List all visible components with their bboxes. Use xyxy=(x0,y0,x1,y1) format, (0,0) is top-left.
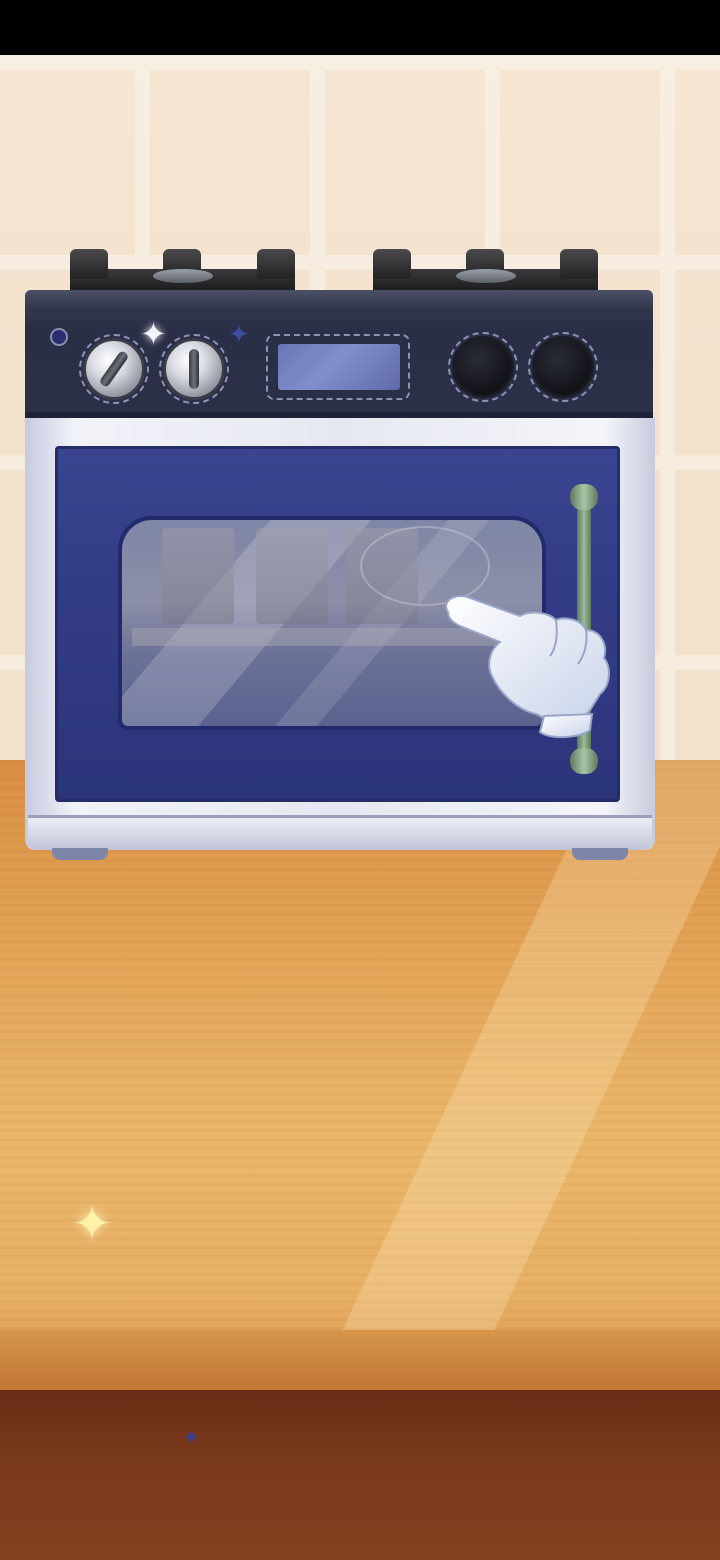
tray xyxy=(256,528,328,624)
left-burner[interactable] xyxy=(70,245,295,293)
knob-3[interactable] xyxy=(452,336,514,398)
sparkle-icon: ✦ xyxy=(72,1196,113,1252)
knob-1[interactable] xyxy=(83,338,145,400)
sparkle-icon: ✦ xyxy=(228,320,250,350)
indicator-light xyxy=(50,328,68,346)
status-bar xyxy=(0,0,720,55)
right-burner[interactable] xyxy=(373,245,598,293)
sparkle-icon: ✦ xyxy=(140,315,167,353)
oven-bottom xyxy=(28,815,652,850)
knob-2[interactable] xyxy=(163,338,225,400)
counter-front xyxy=(0,1390,720,1560)
tray xyxy=(162,528,234,624)
pointing-hand-icon xyxy=(445,594,610,738)
oven-foot xyxy=(52,848,108,860)
display-panel[interactable] xyxy=(275,341,403,393)
sparkle-icon: ✦ xyxy=(182,1426,201,1451)
counter-edge xyxy=(0,1330,720,1390)
oven-foot xyxy=(572,848,628,860)
knob-4[interactable] xyxy=(532,336,594,398)
